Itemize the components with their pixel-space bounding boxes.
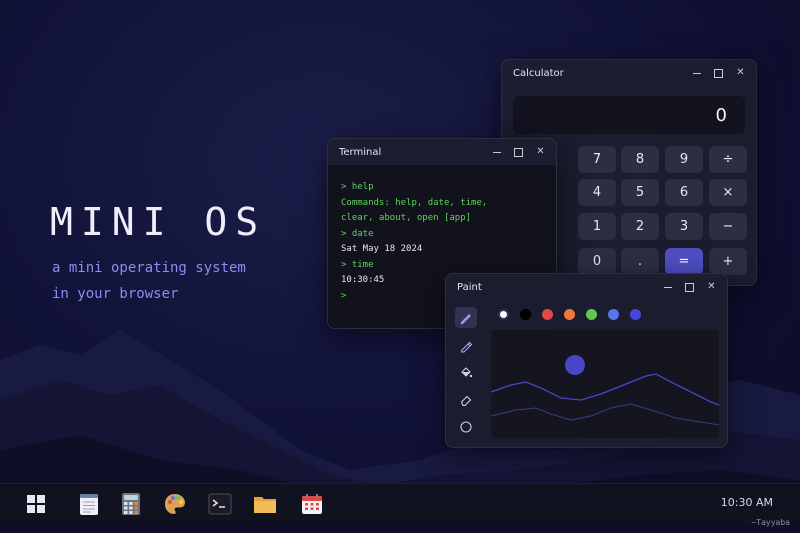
calculator-titlebar[interactable]: Calculator ✕: [502, 60, 756, 86]
color-swatch[interactable]: [586, 309, 597, 320]
terminal-line: clear, about, open [app]: [341, 213, 472, 223]
circle-icon[interactable]: [455, 416, 477, 437]
close-icon[interactable]: ✕: [706, 282, 717, 293]
calculator-display: 0: [513, 96, 745, 134]
close-icon[interactable]: ✕: [735, 68, 746, 79]
calc-button[interactable]: ÷: [709, 146, 747, 173]
terminal-line: Sat May 18 2024: [341, 244, 423, 254]
pencil-icon[interactable]: [455, 307, 477, 328]
taskbar-clock: 10:30 AM: [720, 496, 773, 509]
calc-button[interactable]: 0: [578, 248, 616, 275]
fill-bucket-icon[interactable]: [455, 362, 477, 383]
paint-icon[interactable]: [163, 492, 187, 516]
terminal-icon[interactable]: [208, 492, 232, 516]
terminal-line: Commands: help, date, time,: [341, 197, 488, 208]
calc-button[interactable]: 4: [578, 179, 616, 206]
notes-icon[interactable]: [77, 492, 101, 516]
paint-window[interactable]: Paint ✕: [445, 273, 728, 448]
maximize-icon[interactable]: [713, 68, 724, 79]
calc-button[interactable]: −: [709, 213, 747, 240]
color-swatch[interactable]: [520, 309, 531, 320]
marker-icon[interactable]: [455, 335, 477, 356]
folder-icon[interactable]: [253, 492, 277, 516]
terminal-title: Terminal: [339, 146, 382, 158]
paint-title: Paint: [457, 281, 482, 293]
calc-button[interactable]: 8: [621, 146, 659, 173]
paint-titlebar[interactable]: Paint ✕: [446, 274, 727, 300]
terminal-line: > date: [341, 228, 374, 239]
calc-button[interactable]: 7: [578, 146, 616, 173]
minimize-icon[interactable]: [491, 147, 502, 158]
color-swatch[interactable]: [608, 309, 619, 320]
start-icon[interactable]: [24, 492, 48, 516]
hero-title: MINI OS: [50, 200, 267, 244]
calculator-title: Calculator: [513, 67, 564, 79]
maximize-icon[interactable]: [513, 147, 524, 158]
calc-button[interactable]: =: [665, 248, 703, 275]
calc-button[interactable]: 1: [578, 213, 616, 240]
terminal-line: > help: [341, 182, 374, 192]
calc-button[interactable]: +: [709, 248, 747, 275]
maximize-icon[interactable]: [684, 282, 695, 293]
color-swatch[interactable]: [500, 311, 507, 318]
eraser-icon[interactable]: [455, 389, 477, 410]
terminal-line: > time: [341, 259, 374, 270]
minimize-icon[interactable]: [691, 68, 702, 79]
hero-subtitle-line2: in your browser: [52, 286, 179, 302]
taskbar: 10:30 AM: [0, 483, 800, 523]
calendar-icon[interactable]: [300, 492, 324, 516]
calc-button[interactable]: 3: [665, 213, 703, 240]
color-swatch[interactable]: [630, 309, 641, 320]
calc-button[interactable]: 6: [665, 179, 703, 206]
color-swatch[interactable]: [542, 309, 553, 320]
calc-button[interactable]: 2: [621, 213, 659, 240]
signature: ~Tayyaba: [751, 518, 790, 527]
terminal-titlebar[interactable]: Terminal ✕: [328, 139, 556, 165]
hero-subtitle-line1: a mini operating system: [52, 260, 246, 276]
color-swatch[interactable]: [564, 309, 575, 320]
calculator-icon[interactable]: [119, 492, 143, 516]
calc-button[interactable]: 5: [621, 179, 659, 206]
calc-button[interactable]: 9: [665, 146, 703, 173]
calc-button[interactable]: .: [621, 248, 659, 275]
paint-canvas[interactable]: [490, 330, 720, 438]
minimize-icon[interactable]: [662, 282, 673, 293]
close-icon[interactable]: ✕: [535, 147, 546, 158]
calc-button[interactable]: ×: [709, 179, 747, 206]
